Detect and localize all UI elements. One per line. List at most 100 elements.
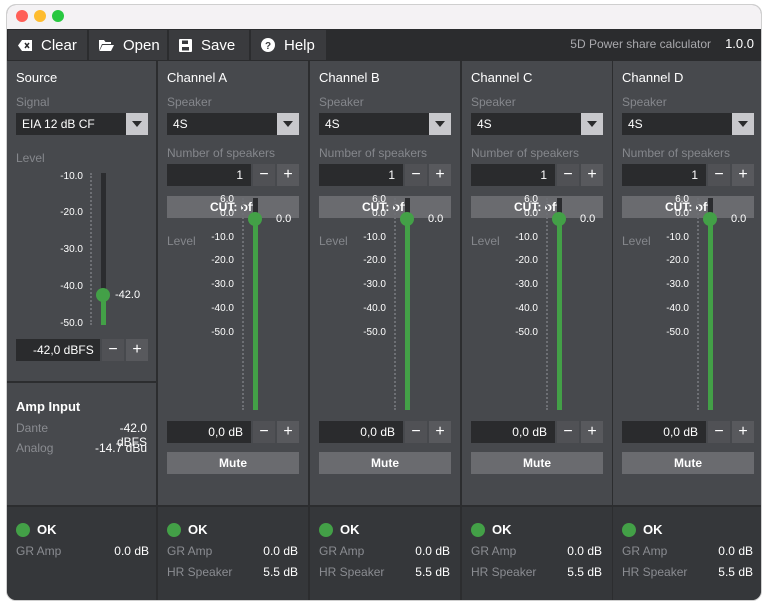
channel-tick: -40.0 [666, 303, 689, 314]
speaker-count-input[interactable]: 1 [167, 164, 251, 186]
zoom-window-button[interactable] [52, 10, 64, 22]
channel-level-label: Level [622, 234, 651, 248]
channel-level-readout: 0.0 [276, 213, 292, 226]
hr-speaker-value: 5.5 dB [718, 565, 753, 579]
channel-level-minus-button[interactable]: − [557, 421, 579, 443]
channel-level-handle[interactable] [400, 212, 414, 227]
signal-select[interactable]: EIA 12 dB CF [16, 113, 148, 135]
channel-tick: 6.0 [220, 194, 234, 205]
folder-open-icon [99, 39, 114, 51]
speaker-count-minus-button[interactable]: − [405, 164, 427, 186]
mute-button[interactable]: Mute [167, 452, 299, 474]
speaker-select[interactable]: 4S [471, 113, 603, 135]
mute-button[interactable]: Mute [319, 452, 451, 474]
source-level-minus-button[interactable]: − [102, 339, 124, 361]
chevron-down-icon [126, 113, 148, 135]
source-level-handle[interactable] [96, 287, 110, 302]
channel-level-scale [242, 198, 244, 410]
channel-level-plus-button[interactable]: + [581, 421, 603, 443]
minimize-window-button[interactable] [34, 10, 46, 22]
number-of-speakers-label: Number of speakers [622, 146, 731, 160]
source-level-plus-button[interactable]: + [126, 339, 148, 361]
speaker-select[interactable]: 4S [622, 113, 754, 135]
chevron-down-icon [581, 113, 603, 135]
channel-status: OK GR Amp 0.0 dB HR Speaker 5.5 dB [158, 505, 310, 600]
help-button[interactable]: ? Help [251, 30, 326, 60]
ok-label: OK [340, 522, 360, 537]
mute-button[interactable]: Mute [471, 452, 603, 474]
save-button[interactable]: Save [169, 30, 249, 60]
channel-level-handle[interactable] [703, 212, 717, 227]
speaker-count-minus-button[interactable]: − [253, 164, 275, 186]
speaker-select[interactable]: 4S [319, 113, 451, 135]
channel-status: OK GR Amp 0.0 dB HR Speaker 5.5 dB [462, 505, 614, 600]
speaker-count-plus-button[interactable]: + [429, 164, 451, 186]
gr-amp-value: 0.0 dB [567, 544, 602, 558]
gr-amp-label: GR Amp [16, 544, 62, 558]
channel-level-minus-button[interactable]: − [405, 421, 427, 443]
help-icon: ? [261, 38, 275, 52]
channel-tick: -40.0 [515, 303, 538, 314]
hr-speaker-value: 5.5 dB [263, 565, 298, 579]
speaker-count-minus-button[interactable]: − [708, 164, 730, 186]
ok-label: OK [188, 522, 208, 537]
channel-tick: -20.0 [363, 255, 386, 266]
dante-label: Dante [16, 421, 49, 435]
speaker-count-plus-button[interactable]: + [581, 164, 603, 186]
mute-button[interactable]: Mute [622, 452, 754, 474]
source-tick: -50.0 [60, 318, 83, 329]
channel-level-plus-button[interactable]: + [277, 421, 299, 443]
channel-level-input[interactable]: 0,0 dB [622, 421, 706, 443]
hr-speaker-label: HR Speaker [319, 565, 385, 579]
speaker-count-input[interactable]: 1 [319, 164, 403, 186]
clear-button[interactable]: Clear [8, 30, 87, 60]
ok-label: OK [492, 522, 512, 537]
channel-level-scale [697, 198, 699, 410]
open-button[interactable]: Open [89, 30, 167, 60]
speaker-label: Speaker [167, 95, 212, 109]
hr-speaker-label: HR Speaker [622, 565, 688, 579]
speaker-count-input[interactable]: 1 [471, 164, 555, 186]
channel-tick: -50.0 [363, 327, 386, 338]
speaker-label: Speaker [622, 95, 667, 109]
speaker-select-value: 4S [325, 117, 340, 131]
source-level-input[interactable]: -42,0 dBFS [16, 339, 100, 361]
signal-select-value: EIA 12 dB CF [22, 117, 95, 131]
channel-level-minus-button[interactable]: − [708, 421, 730, 443]
number-of-speakers-label: Number of speakers [471, 146, 580, 160]
speaker-count-input[interactable]: 1 [622, 164, 706, 186]
speaker-count-plus-button[interactable]: + [732, 164, 754, 186]
number-of-speakers-label: Number of speakers [319, 146, 428, 160]
source-level-label: Level [16, 151, 45, 165]
channel-level-scale [394, 198, 396, 410]
gr-amp-label: GR Amp [319, 544, 365, 558]
channel-tick: -30.0 [363, 279, 386, 290]
channel-level-handle[interactable] [248, 212, 262, 227]
channel-level-readout: 0.0 [731, 213, 747, 226]
ok-label: OK [643, 522, 663, 537]
speaker-count-plus-button[interactable]: + [277, 164, 299, 186]
speaker-count-minus-button[interactable]: − [557, 164, 579, 186]
close-window-button[interactable] [16, 10, 28, 22]
speaker-select-value: 4S [173, 117, 188, 131]
speaker-select[interactable]: 4S [167, 113, 299, 135]
channel-status: OK GR Amp 0.0 dB HR Speaker 5.5 dB [613, 505, 761, 600]
ok-status-icon [167, 523, 181, 537]
hr-speaker-value: 5.5 dB [415, 565, 450, 579]
channel-level-handle[interactable] [552, 212, 566, 227]
ok-label: OK [37, 522, 57, 537]
channel-level-plus-button[interactable]: + [429, 421, 451, 443]
channel-level-readout: 0.0 [580, 213, 596, 226]
gr-amp-value: 0.0 dB [114, 544, 149, 558]
gr-amp-label: GR Amp [471, 544, 517, 558]
channel-level-input[interactable]: 0,0 dB [167, 421, 251, 443]
channel-level-input[interactable]: 0,0 dB [319, 421, 403, 443]
speaker-select-value: 4S [477, 117, 492, 131]
channel-tick: 6.0 [675, 194, 689, 205]
channel-tick: -10.0 [666, 232, 689, 243]
number-of-speakers-label: Number of speakers [167, 146, 276, 160]
channel-level-minus-button[interactable]: − [253, 421, 275, 443]
channel-level-input[interactable]: 0,0 dB [471, 421, 555, 443]
channel-panel: Channel C Speaker 4S Number of speakers 1− + C… [462, 61, 614, 505]
channel-level-plus-button[interactable]: + [732, 421, 754, 443]
